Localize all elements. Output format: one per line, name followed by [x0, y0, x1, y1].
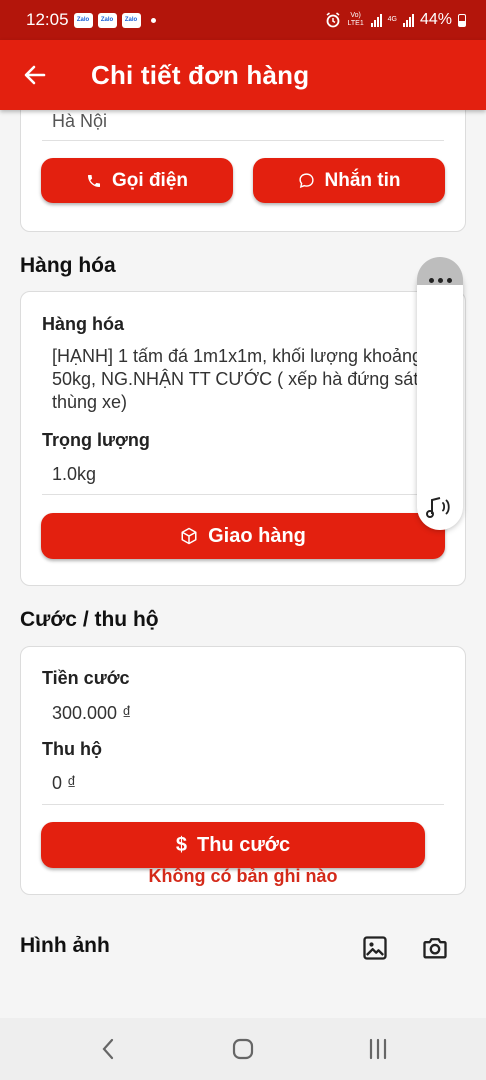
status-bar: 12:05 Zalo Zalo Zalo Vo) LTE1 4G 44%	[0, 0, 486, 40]
camera-icon	[423, 938, 447, 959]
goods-label: Hàng hóa	[42, 314, 125, 334]
deliver-button[interactable]: Giao hàng	[41, 513, 445, 559]
call-button-label: Gọi điện	[112, 169, 188, 191]
shipping-fee-value: 300.000 ₫	[52, 703, 132, 723]
cod-label: Thu hộ	[42, 739, 102, 759]
status-time: 12:05	[26, 10, 69, 29]
divider	[42, 494, 444, 495]
divider	[42, 140, 444, 141]
nav-home-button[interactable]	[223, 1029, 263, 1069]
chevron-left-icon	[102, 1038, 113, 1060]
call-button[interactable]: Gọi điện	[41, 158, 233, 203]
address-value: Hà Nội	[52, 111, 108, 131]
fees-card: Tiền cước 300.000 ₫ Thu hộ 0 ₫ $ Thu cướ…	[20, 646, 466, 895]
nav-back-button[interactable]	[88, 1029, 128, 1069]
signal-icon	[402, 13, 414, 27]
goods-card: Hàng hóa [HẠNH] 1 tấm đá 1m1x1m, khối lư…	[20, 291, 466, 586]
camera-button[interactable]	[418, 932, 452, 964]
notification-dot-icon	[150, 17, 156, 23]
battery-icon	[458, 13, 466, 27]
dollar-icon: $	[175, 833, 187, 856]
goods-section-title: Hàng hóa	[20, 254, 116, 277]
collect-fee-button-label: Thu cước	[196, 833, 291, 856]
package-icon	[181, 527, 197, 545]
signal-icon	[370, 13, 382, 27]
network-type-label: 4G	[387, 16, 397, 23]
divider	[42, 804, 444, 805]
system-nav-bar	[0, 1018, 486, 1080]
zalo-notification-icon: Zalo	[97, 12, 117, 28]
images-section-title: Hình ảnh	[20, 934, 110, 957]
page-title: Chi tiết đơn hàng	[91, 59, 310, 90]
goods-description: [HẠNH] 1 tấm đá 1m1x1m, khối lượng khoản…	[52, 346, 423, 412]
weight-value: 1.0kg	[52, 464, 97, 484]
contact-card: Hà Nội Gọi điện Nhắn tin	[20, 110, 466, 232]
fees-section-title: Cước / thu hộ	[20, 608, 159, 631]
zalo-notification-icon: Zalo	[121, 12, 141, 28]
recents-icon	[370, 1038, 387, 1060]
empty-images-message: Không có bản ghi nào	[148, 866, 338, 886]
audio-icon[interactable]	[424, 494, 454, 522]
battery-percent: 44%	[419, 11, 452, 28]
message-button-label: Nhắn tin	[324, 169, 401, 191]
nav-recents-button[interactable]	[358, 1029, 398, 1069]
gallery-button[interactable]	[359, 932, 391, 964]
alarm-icon	[326, 12, 340, 28]
status-indicators: Vo) LTE1 4G 44%	[325, 11, 466, 29]
network-label: Vo) LTE1	[347, 12, 364, 27]
arrow-left-icon	[24, 65, 46, 85]
zalo-notification-icon: Zalo	[73, 12, 93, 28]
image-icon	[363, 936, 387, 960]
weight-label: Trọng lượng	[42, 430, 150, 450]
collect-fee-button[interactable]: $ Thu cước	[41, 822, 425, 868]
order-detail-content[interactable]: Hà Nội Gọi điện Nhắn tin Hàng hóa Hàng h…	[0, 110, 486, 1018]
shipping-fee-label: Tiền cước	[42, 668, 130, 688]
app-bar: Chi tiết đơn hàng	[0, 40, 486, 110]
back-button[interactable]	[0, 40, 70, 110]
phone-icon	[88, 174, 100, 187]
home-circle-icon	[232, 1038, 254, 1060]
message-button[interactable]: Nhắn tin	[253, 158, 445, 203]
deliver-button-label: Giao hàng	[208, 524, 306, 547]
floating-side-panel[interactable]	[417, 257, 463, 530]
cod-value: 0 ₫	[52, 773, 77, 793]
more-icon[interactable]	[417, 278, 463, 283]
chat-bubble-icon	[298, 173, 314, 188]
